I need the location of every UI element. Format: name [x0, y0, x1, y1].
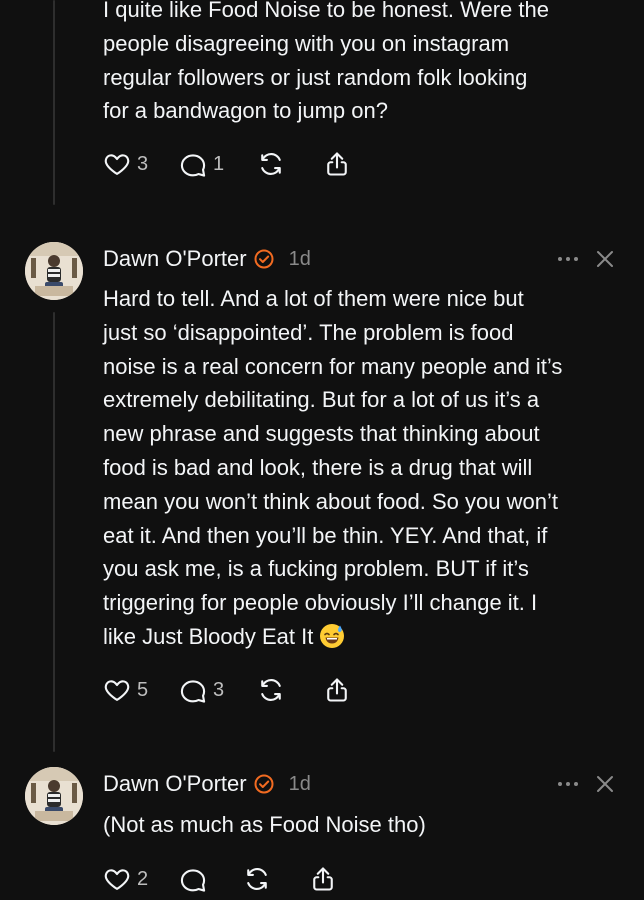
post-text: I quite like Food Noise to be honest. We… [103, 0, 549, 124]
comment-icon [180, 869, 206, 892]
like-count: 5 [137, 678, 149, 701]
like-button[interactable]: 2 [103, 865, 149, 893]
share-icon [313, 867, 333, 891]
like-count: 2 [137, 867, 149, 890]
like-button[interactable]: 3 [103, 150, 149, 178]
more-icon [558, 257, 578, 261]
sweat-smile-emoji-icon [320, 623, 345, 648]
comment-icon [180, 154, 206, 177]
reply-button[interactable]: 1 [179, 150, 225, 178]
repost-icon [261, 679, 281, 701]
post-time: 1d [288, 247, 311, 270]
close-icon [597, 776, 613, 792]
thread-line [53, 0, 55, 205]
post-header: Dawn O'Porter 1d [103, 769, 311, 799]
post-time: 1d [288, 772, 311, 795]
username[interactable]: Dawn O'Porter [103, 246, 247, 272]
more-icon [558, 782, 578, 786]
share-icon [327, 678, 347, 702]
more-button[interactable] [556, 249, 580, 269]
reply-button[interactable] [179, 865, 207, 893]
share-button[interactable] [323, 150, 351, 178]
reply-count: 3 [213, 678, 225, 701]
post-actions: 3 1 [103, 147, 351, 181]
repost-icon [247, 868, 267, 890]
share-icon [327, 152, 347, 176]
heart-icon [104, 869, 130, 890]
share-button[interactable] [323, 676, 351, 704]
reply-button[interactable]: 3 [179, 676, 225, 704]
share-button[interactable] [309, 865, 337, 893]
heart-icon [104, 154, 130, 175]
like-button[interactable]: 5 [103, 676, 149, 704]
like-count: 3 [137, 152, 149, 175]
post-text: Hard to tell. And a lot of them were nic… [103, 282, 623, 654]
verified-badge-icon [253, 248, 275, 270]
repost-button[interactable] [257, 150, 285, 178]
repost-button[interactable] [257, 676, 285, 704]
username[interactable]: Dawn O'Porter [103, 771, 247, 797]
comment-icon [180, 680, 206, 703]
avatar-photo [25, 767, 83, 825]
post-text-body: Hard to tell. And a lot of them were nic… [103, 286, 563, 649]
avatar-photo [25, 242, 83, 300]
close-icon [597, 251, 613, 267]
close-button[interactable] [594, 248, 616, 270]
repost-button[interactable] [243, 865, 271, 893]
avatar[interactable] [25, 242, 83, 300]
post-actions: 2 [103, 862, 337, 896]
repost-icon [261, 153, 281, 175]
heart-icon [104, 680, 130, 701]
thread-line [53, 312, 55, 752]
verified-badge-icon [253, 773, 275, 795]
post-header: Dawn O'Porter 1d [103, 244, 311, 274]
post-actions: 5 3 [103, 673, 351, 707]
avatar[interactable] [25, 767, 83, 825]
close-button[interactable] [594, 773, 616, 795]
reply-count: 1 [213, 152, 225, 175]
more-button[interactable] [556, 774, 580, 794]
post-text: (Not as much as Food Noise tho) [103, 812, 426, 837]
